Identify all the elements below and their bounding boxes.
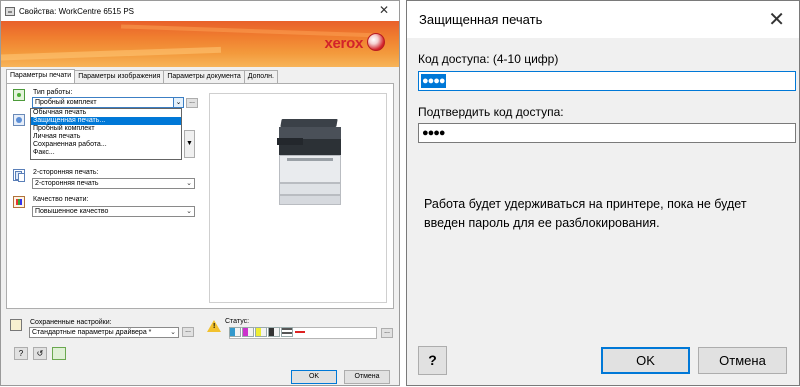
job-type-option[interactable]: Обычная печать xyxy=(31,109,181,117)
status-icons xyxy=(229,327,306,337)
quality-select[interactable]: Повышенное качество ⌄ xyxy=(32,206,195,217)
ok-button[interactable]: OK xyxy=(291,370,337,384)
dialog-title-bar: Защищенная печать ✕ xyxy=(407,1,799,38)
chevron-down-icon: ⌄ xyxy=(186,208,192,215)
confirm-code-field[interactable]: ●●●● xyxy=(418,123,796,143)
chevron-down-icon[interactable]: ⌄ xyxy=(173,98,183,107)
help-button[interactable]: ? xyxy=(418,346,447,375)
confirm-code-value: ●●●● xyxy=(422,127,446,139)
window-title: Свойства: WorkCentre 6515 PS xyxy=(19,6,135,16)
saved-settings-icon xyxy=(10,319,22,331)
expand-arrow-button[interactable]: ▼ xyxy=(184,130,195,158)
printer-part xyxy=(287,158,333,161)
status-more-button[interactable]: ... xyxy=(381,328,393,338)
job-type-more-button[interactable]: ... xyxy=(186,98,198,108)
quality-value: Повышенное качество xyxy=(35,208,109,215)
confirm-code-label: Подтвердить код доступа: xyxy=(418,105,564,119)
job-type-option[interactable]: Сохраненная работа... xyxy=(31,141,181,149)
saved-settings-more-button[interactable]: ... xyxy=(182,327,194,337)
toner-magenta-icon xyxy=(242,327,254,337)
close-icon[interactable]: ✕ xyxy=(379,3,389,17)
quality-icon xyxy=(13,196,25,208)
duplex-select[interactable]: 2-сторонняя печать ⌄ xyxy=(32,178,195,189)
close-icon[interactable]: ✕ xyxy=(768,7,785,32)
dialog-title: Защищенная печать xyxy=(419,12,543,27)
job-type-option[interactable]: Пробный комплект xyxy=(31,125,181,133)
banner-streak xyxy=(1,46,222,62)
saved-settings-label: Сохраненные настройки: xyxy=(30,319,112,326)
saved-settings-select[interactable]: Стандартные параметры драйвера * ⌄ xyxy=(29,327,179,338)
printer-part xyxy=(279,183,341,195)
quality-label: Качество печати: xyxy=(33,196,89,203)
job-type-label: Тип работы: xyxy=(33,89,73,96)
cancel-button[interactable]: Отмена xyxy=(344,370,390,384)
printer-image xyxy=(277,119,345,207)
tab-image-options[interactable]: Параметры изображения xyxy=(74,70,165,83)
paper-tray-icon xyxy=(281,327,293,337)
eco-icon[interactable] xyxy=(52,347,66,360)
tab-bar: Параметры печати Параметры изображения П… xyxy=(6,69,278,83)
job-type-option[interactable]: Факс... xyxy=(31,149,181,157)
access-code-field[interactable]: ●●●● xyxy=(418,71,796,91)
xerox-banner: xerox xyxy=(1,21,399,67)
toner-cyan-icon xyxy=(229,327,241,337)
printer-part xyxy=(277,138,303,145)
help-icon[interactable]: ? xyxy=(14,347,28,360)
printer-part xyxy=(280,119,338,127)
xerox-logo-text: xerox xyxy=(324,35,363,52)
secure-print-dialog: Защищенная печать ✕ Код доступа: (4-10 ц… xyxy=(406,0,800,386)
tab-print-options[interactable]: Параметры печати xyxy=(6,69,76,83)
chevron-down-icon: ⌄ xyxy=(186,180,192,187)
status-label: Статус: xyxy=(225,318,250,325)
job-type-value: Пробный комплект xyxy=(35,99,97,106)
ok-button[interactable]: OK xyxy=(601,347,690,374)
title-bar: Свойства: WorkCentre 6515 PS ✕ xyxy=(1,1,399,21)
saved-settings-value: Стандартные параметры драйвера * xyxy=(32,329,152,336)
access-code-value: ●●●● xyxy=(421,74,446,88)
job-type-option[interactable]: Личная печать xyxy=(31,133,181,141)
tab-advanced[interactable]: Дополн. xyxy=(243,70,278,83)
cancel-button[interactable]: Отмена xyxy=(698,347,787,374)
bottom-area: Сохраненные настройки: Стандартные парам… xyxy=(1,311,399,387)
reset-icon[interactable]: ↺ xyxy=(33,347,47,360)
duplex-icon xyxy=(13,169,25,182)
info-message: Работа будет удерживаться на принтере, п… xyxy=(424,197,747,230)
xerox-logo-icon xyxy=(367,33,385,51)
job-type-dropdown-list: Обычная печать Защищенная печать... Проб… xyxy=(30,108,182,160)
toner-black-icon xyxy=(268,327,280,337)
printer-properties-window: Свойства: WorkCentre 6515 PS ✕ xerox Пар… xyxy=(0,0,400,386)
job-type-icon xyxy=(13,89,25,101)
printer-app-icon xyxy=(5,6,15,16)
printer-part xyxy=(279,195,341,205)
toner-yellow-icon xyxy=(255,327,267,337)
access-code-label: Код доступа: (4-10 цифр) xyxy=(418,52,559,66)
paper-path-icon xyxy=(294,327,306,337)
paper-icon xyxy=(13,114,25,126)
job-type-option-selected[interactable]: Защищенная печать... xyxy=(31,117,181,125)
duplex-label: 2-сторонняя печать: xyxy=(33,169,99,176)
printer-preview xyxy=(209,93,387,303)
duplex-value: 2-сторонняя печать xyxy=(35,180,99,187)
warning-mark: ! xyxy=(213,323,216,330)
tab-document-options[interactable]: Параметры документа xyxy=(163,70,245,83)
chevron-down-icon: ⌄ xyxy=(170,329,176,336)
job-type-select[interactable]: Пробный комплект ⌄ xyxy=(32,97,184,108)
